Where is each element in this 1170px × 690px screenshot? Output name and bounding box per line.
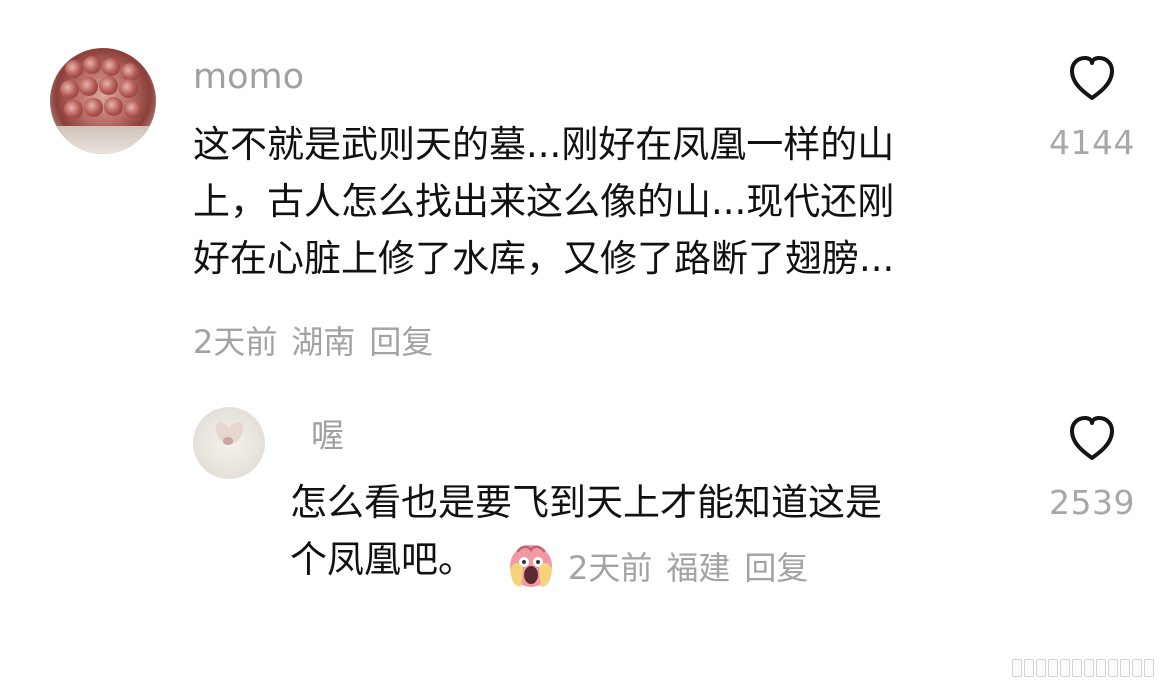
heart-icon[interactable] bbox=[1065, 52, 1119, 106]
avatar[interactable] bbox=[50, 48, 156, 154]
comment-meta: 2天前 福建 回复 bbox=[568, 552, 808, 584]
username[interactable]: momo bbox=[193, 60, 304, 95]
avatar[interactable] bbox=[193, 407, 265, 479]
comment-time: 2天前 bbox=[568, 549, 653, 587]
comment-meta: 2天前 湖南 回复 bbox=[193, 326, 433, 358]
comment-text: 这不就是武则天的墓...刚好在凤凰一样的山 上，古人怎么找出来这么像的山...现… bbox=[193, 116, 894, 287]
comment-line: 怎么看也是要飞到天上才能知道这是 bbox=[290, 481, 882, 524]
comment-location: 湖南 bbox=[291, 323, 356, 361]
like-count: 4144 bbox=[1049, 123, 1135, 162]
shocked-face-emoji bbox=[510, 545, 552, 587]
reply-button[interactable]: 回复 bbox=[744, 552, 808, 584]
comment-line: 这不就是武则天的墓...刚好在凤凰一样的山 bbox=[193, 123, 895, 166]
comment-line: 好在心脏上修了水库，又修了路断了翅膀... bbox=[193, 237, 895, 280]
heart-icon[interactable] bbox=[1065, 412, 1119, 466]
username[interactable]: 喔 bbox=[311, 419, 344, 452]
like-count: 2539 bbox=[1049, 483, 1135, 522]
reply-button[interactable]: 回复 bbox=[369, 326, 433, 358]
comment-line: 上，古人怎么找出来这么像的山...现代还刚 bbox=[193, 180, 895, 223]
watermark-icon bbox=[1008, 656, 1154, 680]
comment-location: 福建 bbox=[666, 549, 731, 587]
comment-time: 2天前 bbox=[193, 323, 278, 361]
like-button[interactable]: 4144 bbox=[1037, 52, 1147, 159]
like-button[interactable]: 2539 bbox=[1037, 412, 1147, 519]
